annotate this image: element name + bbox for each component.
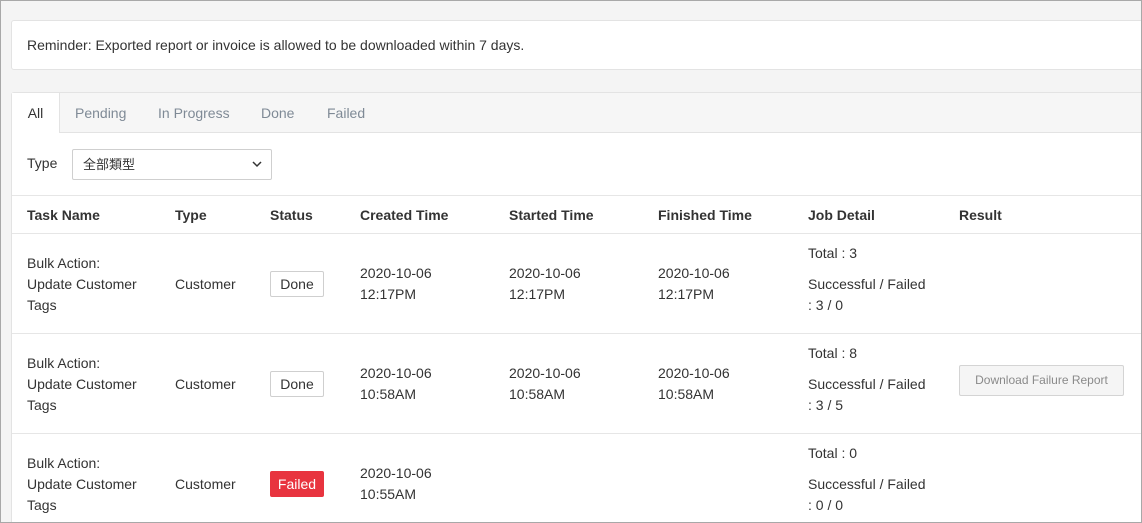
window-frame: Reminder: Exported report or invoice is … [0,0,1142,523]
task-name-line: Update Customer [27,376,137,392]
task-name-line: Tags [27,397,57,413]
finished-time: 2020-10-06 12:17PM [658,263,730,305]
chevron-down-icon [252,161,262,168]
tab-done[interactable]: Done [261,93,294,133]
sf-value: : 0 / 0 [808,497,844,513]
date-text: 2020-10-06 [360,365,432,381]
created-time: 2020-10-06 10:58AM [360,363,432,405]
job-success-failed: Successful / Failed : 3 / 5 [808,374,926,416]
task-type: Customer [175,276,236,292]
job-success-failed: Successful / Failed : 0 / 0 [808,474,926,516]
task-name-line: Tags [27,497,57,513]
date-text: 2020-10-06 [658,365,730,381]
divider [12,433,1141,434]
task-type: Customer [175,476,236,492]
status-badge: Done [270,271,324,297]
sf-value: : 3 / 5 [808,397,844,413]
time-text: 12:17PM [658,286,715,302]
job-total: Total : 8 [808,345,858,361]
started-time: 2020-10-06 12:17PM [509,263,581,305]
time-text: 10:58AM [509,386,566,402]
job-total: Total : 0 [808,445,858,461]
type-filter-value: 全部類型 [83,157,136,172]
task-name: Bulk Action: Update Customer Tags [27,453,137,516]
date-text: 2020-10-06 [509,265,581,281]
finished-time: 2020-10-06 10:58AM [658,363,730,405]
divider [12,233,1141,234]
time-text: 10:55AM [360,486,417,502]
time-text: 12:17PM [360,286,417,302]
sf-label: Successful / Failed [808,376,926,392]
col-header-status: Status [270,207,313,223]
task-type: Customer [175,376,236,392]
status-badge: Done [270,371,324,397]
col-header-created-time: Created Time [360,207,449,223]
task-name-line: Bulk Action: [27,455,101,471]
task-name-line: Update Customer [27,476,137,492]
col-header-task-name: Task Name [27,207,100,223]
col-header-started-time: Started Time [509,207,594,223]
col-header-type: Type [175,207,207,223]
date-text: 2020-10-06 [360,465,432,481]
time-text: 10:58AM [658,386,715,402]
tab-failed[interactable]: Failed [327,93,365,133]
divider [12,195,1141,196]
reminder-banner: Reminder: Exported report or invoice is … [11,20,1141,70]
task-panel: All Pending In Progress Done Failed Type… [11,92,1141,522]
job-total: Total : 3 [808,245,858,261]
created-time: 2020-10-06 10:55AM [360,463,432,505]
status-tabs: All Pending In Progress Done Failed [12,93,1141,133]
col-header-finished-time: Finished Time [658,207,752,223]
tab-pending[interactable]: Pending [75,93,126,133]
sf-label: Successful / Failed [808,276,926,292]
col-header-job-detail: Job Detail [808,207,875,223]
type-filter-label: Type [27,155,58,171]
date-text: 2020-10-06 [658,265,730,281]
col-header-result: Result [959,207,1002,223]
task-name-line: Bulk Action: [27,255,101,271]
task-name-line: Tags [27,297,57,313]
task-name: Bulk Action: Update Customer Tags [27,353,137,416]
tab-in-progress[interactable]: In Progress [158,93,230,133]
date-text: 2020-10-06 [360,265,432,281]
sf-label: Successful / Failed [808,476,926,492]
job-success-failed: Successful / Failed : 3 / 0 [808,274,926,316]
type-filter-select[interactable]: 全部類型 [72,149,272,180]
tab-all[interactable]: All [12,93,60,133]
status-badge: Failed [270,471,324,497]
task-name: Bulk Action: Update Customer Tags [27,253,137,316]
time-text: 12:17PM [509,286,566,302]
date-text: 2020-10-06 [509,365,581,381]
task-name-line: Update Customer [27,276,137,292]
created-time: 2020-10-06 12:17PM [360,263,432,305]
time-text: 10:58AM [360,386,417,402]
sf-value: : 3 / 0 [808,297,844,313]
download-failure-report-button[interactable]: Download Failure Report [959,365,1124,396]
divider [12,333,1141,334]
task-name-line: Bulk Action: [27,355,101,371]
started-time: 2020-10-06 10:58AM [509,363,581,405]
